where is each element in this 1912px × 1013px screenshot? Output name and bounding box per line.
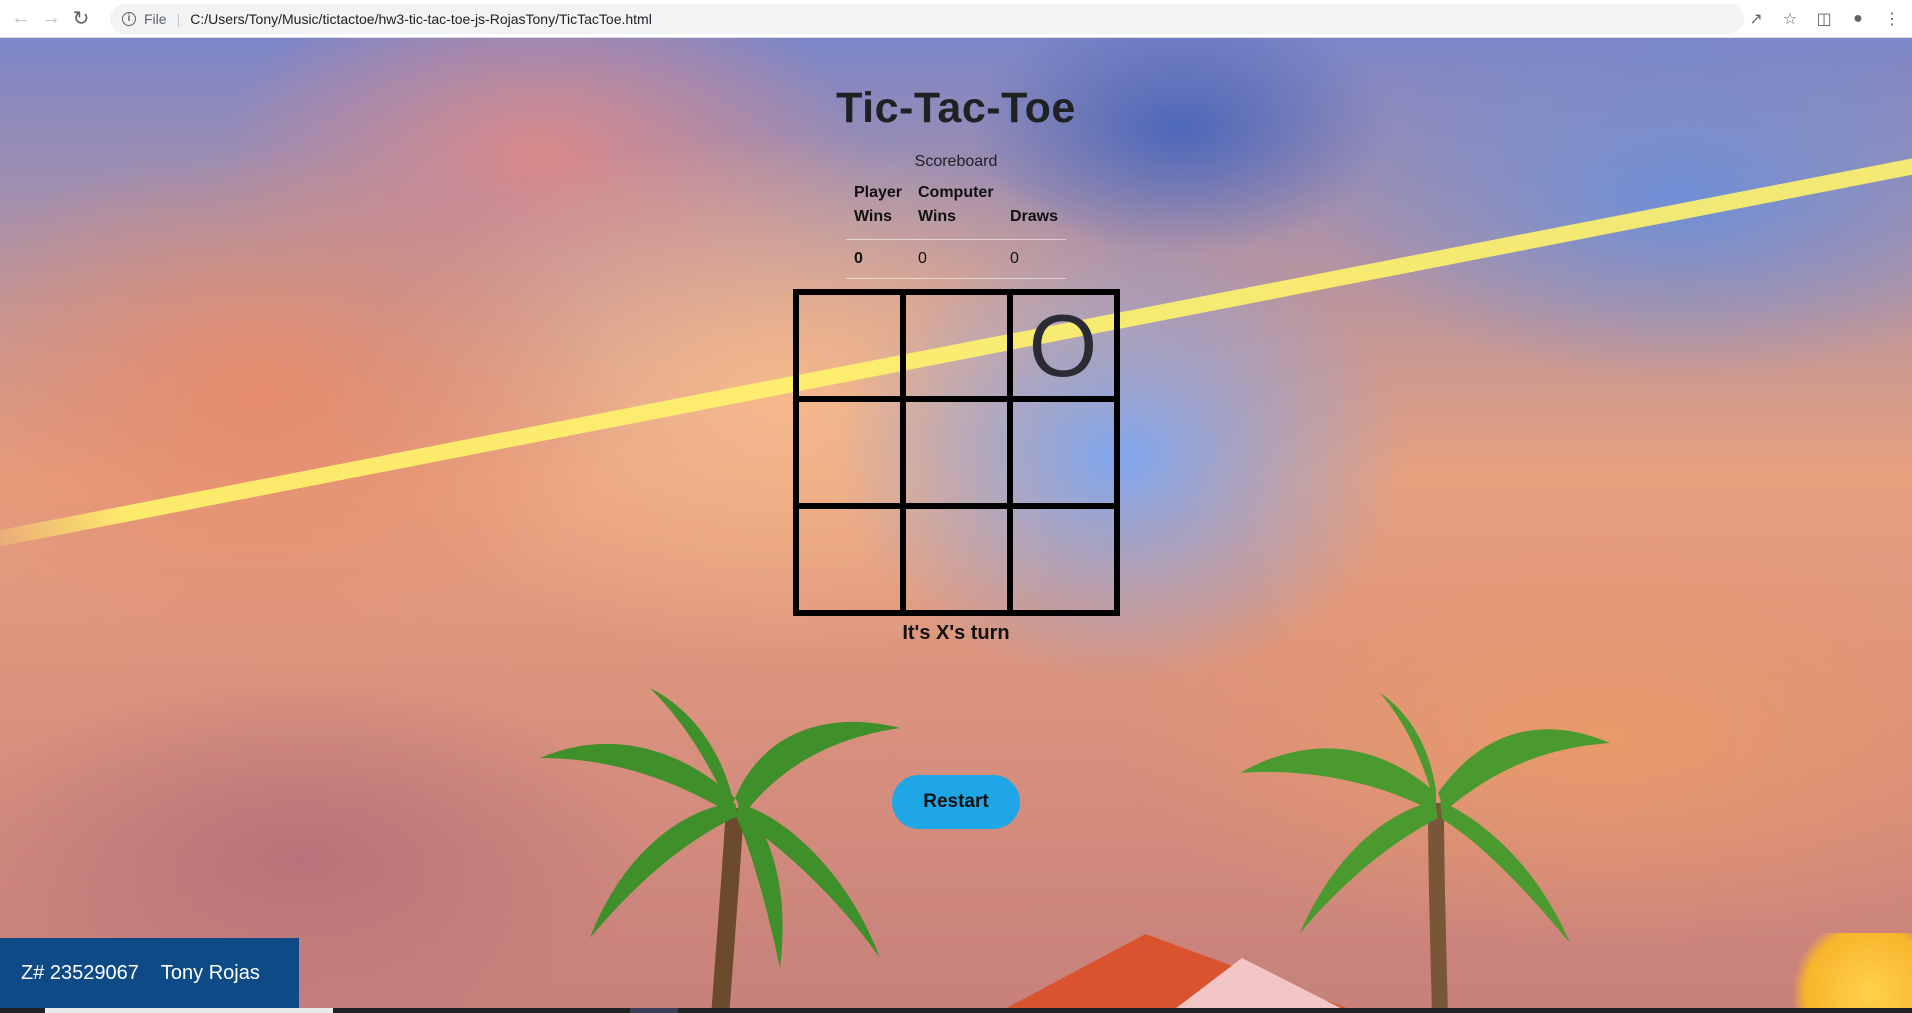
side-panel-icon[interactable]: ◫ xyxy=(1812,7,1836,31)
game-container: Tic-Tac-Toe Scoreboard Player Wins Compu… xyxy=(0,38,1912,829)
student-id: Z# 23529067 xyxy=(21,961,139,984)
reload-icon[interactable]: ↻ xyxy=(66,4,96,34)
board-cell-5[interactable] xyxy=(902,399,1010,506)
restart-button[interactable]: Restart xyxy=(892,775,1020,829)
page-title: Tic-Tac-Toe xyxy=(836,84,1076,132)
taskbar-segment xyxy=(630,1008,678,1013)
game-board: O xyxy=(792,289,1120,616)
board-cell-1[interactable] xyxy=(795,292,903,399)
star-icon[interactable]: ☆ xyxy=(1778,7,1802,31)
address-bar[interactable]: i File | C:/Users/Tony/Music/tictactoe/h… xyxy=(110,3,1744,34)
board-cell-6[interactable] xyxy=(1009,399,1117,506)
board-cell-8[interactable] xyxy=(902,506,1010,613)
player-wins-value: 0 xyxy=(845,239,910,279)
scoreboard-table: Player Wins Computer Wins Draws 0 0 0 xyxy=(845,181,1067,279)
toolbar-right-icons: ↗ ☆ ◫ ● ⋮ xyxy=(1744,7,1904,31)
info-icon[interactable]: i xyxy=(122,11,136,26)
board-cell-9[interactable] xyxy=(1009,506,1117,613)
header-computer-wins: Computer Wins xyxy=(910,181,1002,240)
back-arrow-icon[interactable]: ← xyxy=(6,4,36,34)
board-cell-4[interactable] xyxy=(795,399,903,506)
kebab-menu-icon[interactable]: ⋮ xyxy=(1880,7,1904,31)
board-cell-3[interactable]: O xyxy=(1009,292,1117,399)
student-info-footer: Z# 23529067 Tony Rojas xyxy=(0,938,299,1008)
url-separator: | xyxy=(176,10,181,27)
turn-status: It's X's turn xyxy=(902,622,1010,644)
header-player-wins: Player Wins xyxy=(845,181,910,240)
url-scheme-label: File xyxy=(144,10,167,27)
browser-toolbar: ← → ↻ i File | C:/Users/Tony/Music/ticta… xyxy=(0,0,1912,38)
golden-cloud xyxy=(1780,933,1912,1013)
student-name: Tony Rojas xyxy=(160,961,260,984)
profile-icon[interactable]: ● xyxy=(1846,7,1870,31)
board-cell-7[interactable] xyxy=(795,506,903,613)
draws-value: 0 xyxy=(1002,239,1067,279)
forward-arrow-icon[interactable]: → xyxy=(36,4,66,34)
nav-buttons: ← → ↻ xyxy=(6,4,96,34)
url-text[interactable]: C:/Users/Tony/Music/tictactoe/hw3-tic-ta… xyxy=(190,11,652,27)
board-cell-2[interactable] xyxy=(902,292,1010,399)
scoreboard-values-row: 0 0 0 xyxy=(845,239,1067,279)
scoreboard-header-row: Player Wins Computer Wins Draws xyxy=(845,181,1067,240)
taskbar-strip xyxy=(0,1008,1912,1013)
header-draws: Draws xyxy=(1002,181,1067,240)
computer-wins-value: 0 xyxy=(910,239,1002,279)
share-icon[interactable]: ↗ xyxy=(1744,7,1768,31)
scoreboard-caption: Scoreboard xyxy=(914,153,998,170)
taskbar-segment xyxy=(45,1008,333,1013)
